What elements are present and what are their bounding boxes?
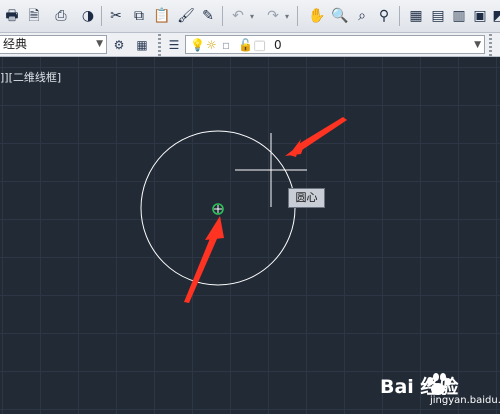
toolbar-separator [399,6,400,26]
toolbar-grip[interactable] [489,34,492,56]
layer-unlock-icon: 🔓 [238,38,253,52]
layer-viewport-icon: ▫ [222,38,231,52]
properties-icon[interactable]: ▦ [406,5,426,27]
zoom-previous-icon[interactable]: ⚲ [374,5,394,27]
layer-manager-icon[interactable]: ☰ [165,36,183,54]
layer-select-value: 0 [274,38,282,52]
layer-select[interactable]: 💡 ☼ ▫ 🔓 ■ 0 ▼ [185,35,485,54]
workspace-select[interactable]: 经典 ▼ [0,35,107,54]
cut-icon[interactable]: ✂ [106,5,126,27]
zoom-realtime-icon[interactable]: 🔍 [330,5,350,27]
watermark-url: jingyan.baidu.com [430,395,500,406]
publish-icon[interactable]: ⎙ [51,5,71,27]
pan-icon[interactable]: ✋ [307,5,327,27]
drawing-canvas[interactable] [0,57,500,414]
markup-icon[interactable]: ◩ [489,5,500,27]
copy-icon[interactable]: ⧉ [129,5,149,27]
standard-toolbar: 🖶 🗎 ⎙ ◑ ✂ ⧉ 📋 🖌 ✎ ↶ ▾ ↷ ▾ ✋ 🔍 ⌕ ⚲ ▦ ▤ ▥ … [0,0,500,33]
match-properties-icon[interactable]: 🖌 [176,5,196,27]
layer-color-icon: ■ [254,38,266,52]
paste-icon[interactable]: 📋 [152,5,172,27]
workspace-settings-icon[interactable]: ⚙ [110,36,128,54]
redo-dropdown-icon[interactable]: ▾ [285,12,289,21]
3d-dwf-icon[interactable]: ◑ [78,5,98,27]
sheet-set-icon[interactable]: ▣ [470,5,490,27]
chevron-down-icon[interactable]: ▼ [474,37,481,53]
snap-tooltip: 圆心 [288,188,325,208]
block-editor-icon[interactable]: ✎ [198,5,218,27]
toolbar-separator [297,6,298,26]
redo-icon[interactable]: ↷ [263,5,283,27]
layer-on-icon: 💡 [190,38,205,52]
design-center-icon[interactable]: ▤ [428,5,448,27]
tool-palettes-icon[interactable]: ▥ [449,5,469,27]
layer-thaw-icon: ☼ [206,38,217,52]
viewport-label[interactable]: ]][二维线框] [0,69,61,85]
workspace-layer-toolbar: 经典 ▼ ⚙ ▦ ☰ 💡 ☼ ▫ 🔓 ■ 0 ▼ [0,33,500,57]
toolbar-grip[interactable] [158,34,161,56]
watermark: Bai 经验 jingyan.baidu.com [356,371,500,411]
undo-dropdown-icon[interactable]: ▾ [250,12,254,21]
workspace-select-value: 经典 [3,37,28,51]
print-icon[interactable]: 🖶 [2,5,22,27]
print-preview-icon[interactable]: 🗎 [24,5,44,27]
toolbar-separator [222,6,223,26]
undo-icon[interactable]: ↶ [228,5,248,27]
chevron-down-icon[interactable]: ▼ [96,36,103,53]
zoom-window-icon[interactable]: ⌕ [352,5,372,27]
workspace-save-icon[interactable]: ▦ [133,36,151,54]
toolbar-separator [101,6,102,26]
